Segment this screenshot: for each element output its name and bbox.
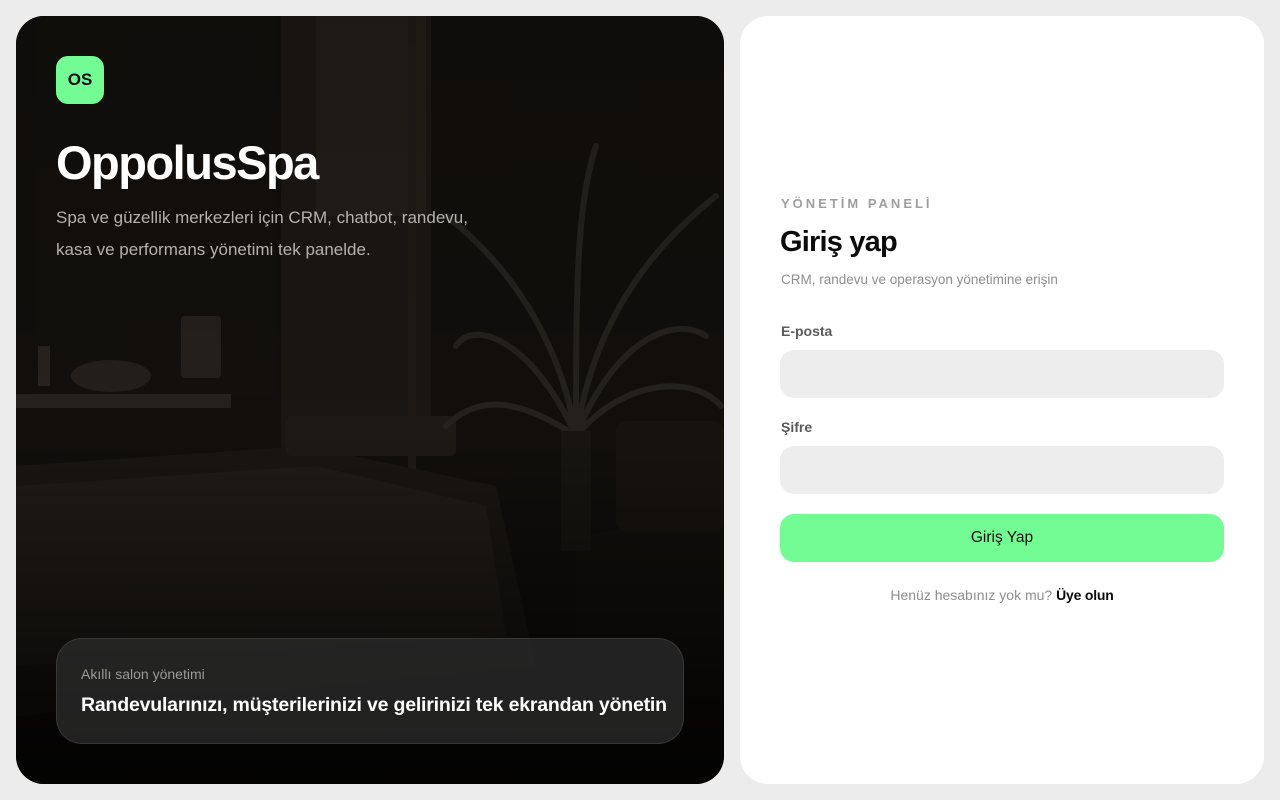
- email-field[interactable]: [780, 350, 1224, 398]
- feature-highlight-card: Akıllı salon yönetimi Randevularınızı, m…: [56, 638, 684, 744]
- login-title: Giriş yap: [780, 226, 898, 258]
- signup-prompt-text: Henüz hesabınız yok mu?: [890, 587, 1053, 603]
- signup-prompt: Henüz hesabınız yok mu? Üye olun: [780, 587, 1224, 603]
- feature-headline: Randevularınızı, müşterilerinizi ve geli…: [81, 694, 667, 716]
- login-card: YÖNETİM PANELİ Giriş yap CRM, randevu ve…: [740, 16, 1264, 784]
- login-subtitle: CRM, randevu ve operasyon yönetimine eri…: [781, 272, 1058, 287]
- brand-description: Spa ve güzellik merkezleri için CRM, cha…: [56, 208, 468, 259]
- hero-panel: OS OppolusSpa Spa ve güzellik merkezleri…: [16, 16, 724, 784]
- feature-kicker: Akıllı salon yönetimi: [81, 666, 205, 682]
- brand-name: OppolusSpa: [56, 136, 319, 189]
- login-page: OS OppolusSpa Spa ve güzellik merkezleri…: [0, 0, 1280, 800]
- password-label: Şifre: [781, 419, 813, 435]
- email-label: E-posta: [781, 323, 833, 339]
- signup-link[interactable]: Üye olun: [1056, 587, 1114, 603]
- login-button[interactable]: Giriş Yap: [780, 514, 1224, 562]
- password-field[interactable]: [780, 446, 1224, 494]
- brand-logo: OS: [56, 56, 104, 104]
- panel-eyebrow: YÖNETİM PANELİ: [781, 196, 933, 211]
